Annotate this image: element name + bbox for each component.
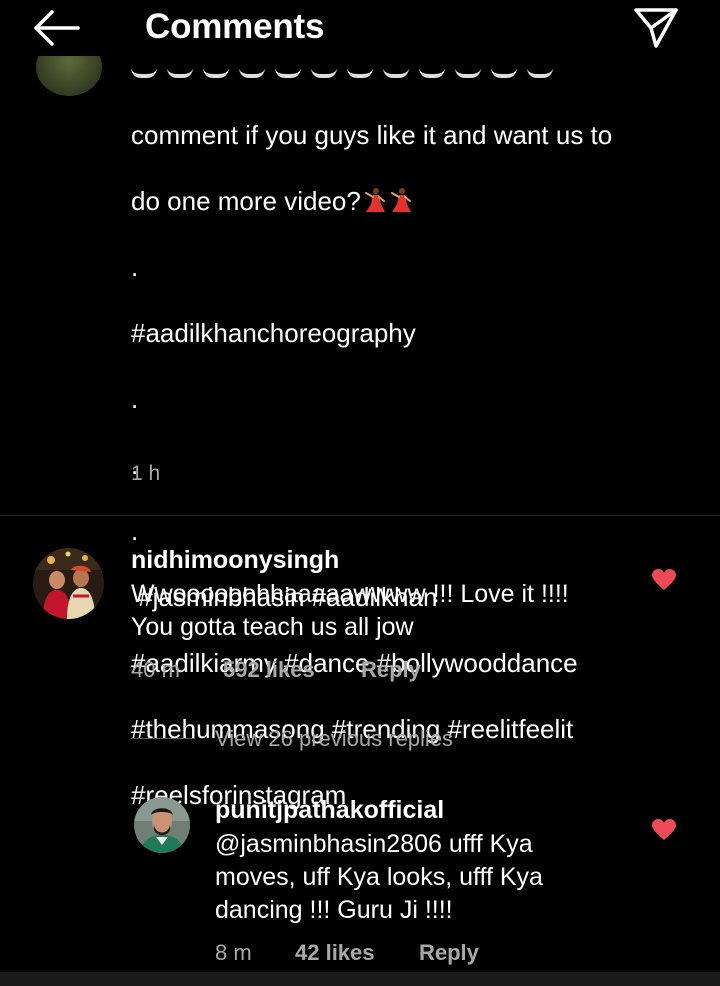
caption-line: . [131, 450, 139, 480]
share-button[interactable] [630, 4, 682, 52]
likes-count[interactable]: 592 likes [223, 657, 315, 683]
avatar[interactable] [134, 797, 190, 853]
reply-reply-button[interactable]: Reply [419, 940, 479, 966]
reply-username[interactable]: punitjpathakofficial [215, 796, 444, 825]
hashtag-link[interactable]: #aadilkhanchoreography [131, 317, 691, 350]
reply-button[interactable]: Reply [361, 657, 421, 683]
page-title: Comments [145, 7, 325, 46]
comment-line: Wwoooooohhaaaaawwww !!! Love it !!!! [131, 580, 569, 608]
clipped-caption-line [131, 64, 601, 84]
reply-likes-count[interactable]: 42 likes [295, 940, 375, 966]
header-bar: Comments [0, 0, 720, 56]
dancer-emoji-icon [364, 188, 385, 212]
comment-text: Wwoooooohhaaaaawwww !!! Love it !!!! You… [131, 578, 569, 644]
bottom-input-bar-edge [0, 972, 720, 986]
reply-line: moves, uff Kya looks, ufff Kya [215, 863, 543, 891]
back-button[interactable] [28, 8, 84, 48]
heart-icon[interactable] [651, 818, 677, 842]
avatar[interactable] [33, 548, 104, 619]
paper-plane-icon [634, 8, 678, 48]
comment-username[interactable]: nidhimoonysingh [131, 546, 339, 575]
reply-line: dancing !!! Guru Ji !!!! [215, 896, 453, 924]
divider [0, 515, 720, 516]
heart-icon[interactable] [651, 568, 677, 592]
replies-divider-line [131, 738, 195, 739]
caption-line: . [131, 384, 139, 414]
reply-time: 8 m [215, 940, 252, 965]
caption-line-text: do one more video? [131, 186, 361, 216]
caption-timestamp: 1 h [131, 462, 161, 485]
comment-time: 40 m [131, 657, 180, 682]
caption-line: do one more video? [131, 185, 691, 218]
caption-line: . [131, 252, 139, 282]
view-previous-replies-button[interactable]: View 26 previous replies [215, 726, 453, 752]
arrow-left-icon [34, 10, 80, 46]
reply-line: @jasminbhasin2806 ufff Kya [215, 830, 533, 858]
dancer-emoji-icon [390, 188, 411, 212]
comment-line: You gotta teach us all jow [131, 613, 414, 641]
profile-photo-avatar [134, 797, 190, 853]
wedding-photo-avatar [33, 548, 104, 619]
caption-line: comment if you guys like it and want us … [131, 120, 613, 150]
reply-text: @jasminbhasin2806 ufff Kya moves, uff Ky… [215, 828, 543, 927]
caption-line: . [131, 516, 139, 546]
